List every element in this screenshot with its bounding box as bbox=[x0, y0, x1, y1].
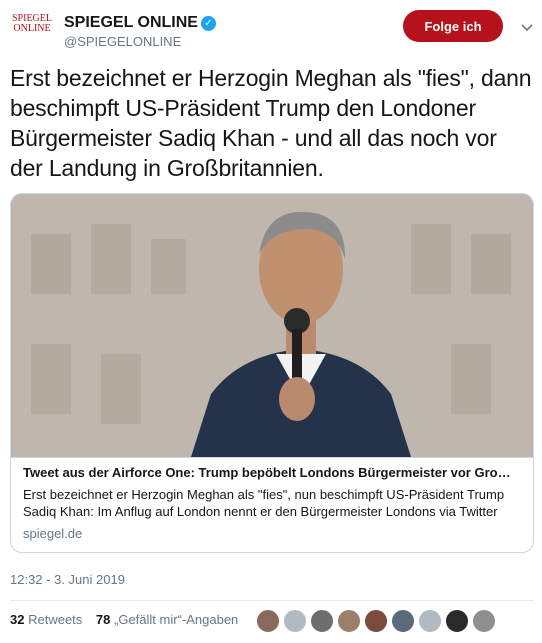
card-title[interactable]: Tweet aus der Airforce One: Trump bepöbe… bbox=[23, 464, 521, 482]
avatar[interactable] bbox=[283, 609, 307, 633]
card-domain: spiegel.de bbox=[23, 526, 83, 541]
link-card[interactable]: Tweet aus der Airforce One: Trump bepöbe… bbox=[10, 193, 534, 553]
avatar[interactable] bbox=[418, 609, 442, 633]
avatar[interactable] bbox=[472, 609, 496, 633]
account-avatar-logo[interactable]: SPIEGEL ONLINE bbox=[10, 14, 54, 50]
account-handle[interactable]: @SPIEGELONLINE bbox=[64, 34, 181, 49]
tweet-header: SPIEGEL ONLINE SPIEGEL ONLINE ✓ @SPIEGELO… bbox=[10, 8, 534, 52]
card-image[interactable] bbox=[11, 194, 533, 457]
avatar[interactable] bbox=[337, 609, 361, 633]
likes-stat[interactable]: 78 „Gefällt mir“-Angaben bbox=[96, 612, 238, 627]
retweets-stat[interactable]: 32 Retweets bbox=[10, 612, 82, 627]
logo-text-line2: ONLINE bbox=[13, 23, 51, 34]
likes-label[interactable]: „Gefällt mir“-Angaben bbox=[114, 612, 238, 627]
avatar[interactable] bbox=[391, 609, 415, 633]
chevron-down-icon[interactable] bbox=[520, 20, 534, 34]
follow-button[interactable]: Folge ich bbox=[403, 10, 503, 42]
card-description: Erst bezeichnet er Herzogin Meghan als "… bbox=[23, 487, 505, 519]
card-body[interactable]: Tweet aus der Airforce One: Trump bepöbe… bbox=[11, 457, 533, 552]
tweet-timestamp[interactable]: 12:32 - 3. Juni 2019 bbox=[10, 572, 125, 587]
account-name[interactable]: SPIEGEL ONLINE ✓ bbox=[64, 14, 216, 32]
avatar[interactable] bbox=[364, 609, 388, 633]
likes-count[interactable]: 78 bbox=[96, 612, 110, 627]
avatar[interactable] bbox=[256, 609, 280, 633]
avatar[interactable] bbox=[445, 609, 469, 633]
divider bbox=[10, 600, 534, 601]
retweets-count[interactable]: 32 bbox=[10, 612, 24, 627]
tweet-text: Erst bezeichnet er Herzogin Meghan als "… bbox=[10, 65, 532, 181]
retweets-label[interactable]: Retweets bbox=[28, 612, 82, 627]
account-name-text[interactable]: SPIEGEL ONLINE bbox=[64, 14, 198, 31]
avatar[interactable] bbox=[310, 609, 334, 633]
tweet-stats: 32 Retweets 78 „Gefällt mir“-Angaben bbox=[10, 612, 248, 627]
verified-badge-icon: ✓ bbox=[200, 16, 216, 31]
